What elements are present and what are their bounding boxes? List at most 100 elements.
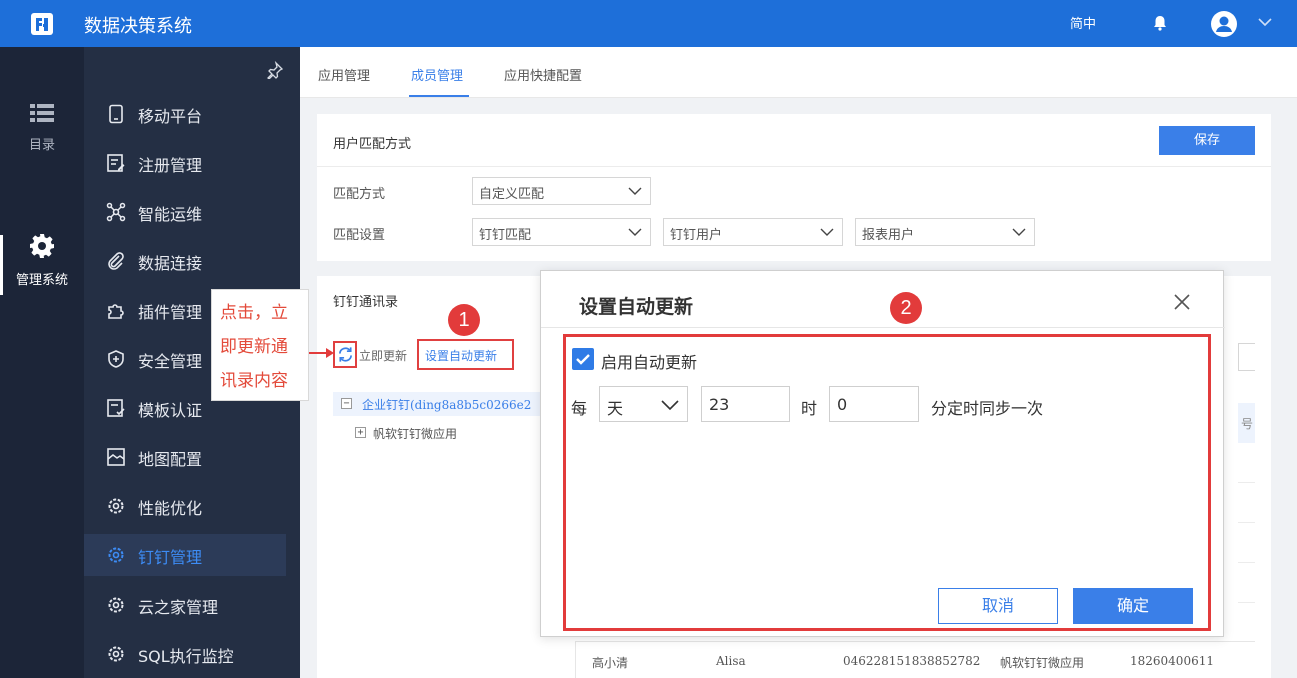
match-method-label: 匹配方式 <box>333 187 386 202</box>
step-badge-1: 1 <box>448 304 480 336</box>
card-title: 钉钉通讯录 <box>333 295 399 310</box>
sidebar-item-performance[interactable]: 性能优化 <box>84 485 300 527</box>
tree-toggle[interactable]: + <box>355 427 366 438</box>
match-method-select[interactable]: 自定义匹配 <box>472 177 651 205</box>
divider <box>541 327 1225 328</box>
cell-app: 帆软钉钉微应用 <box>1000 656 1085 670</box>
select-value: 报表用户 <box>862 228 915 243</box>
sidebar-item-map[interactable]: 地图配置 <box>84 436 300 478</box>
sidebar-item-label: 智能运维 <box>138 205 203 224</box>
sidebar-item-register[interactable]: 注册管理 <box>84 142 300 184</box>
user-icon <box>1216 16 1232 32</box>
rail-item-label: 目录 <box>28 138 55 153</box>
header-cell: 号 <box>1241 417 1254 431</box>
minute-input[interactable]: 0 <box>829 386 919 422</box>
gear-icon <box>108 547 124 563</box>
network-icon <box>106 202 126 222</box>
tab-app-shortcut-config[interactable]: 应用快捷配置 <box>504 65 582 84</box>
refresh-now-label[interactable]: 立即更新 <box>359 347 407 364</box>
row-divider <box>1238 522 1255 523</box>
chevron-down-icon <box>628 187 642 195</box>
match-setting-label: 匹配设置 <box>333 228 386 243</box>
refresh-button[interactable] <box>333 341 357 368</box>
search-input[interactable] <box>1238 343 1255 371</box>
gear-icon <box>30 234 54 258</box>
cell-phone: 18260400611 <box>1130 654 1214 668</box>
row-divider <box>1238 482 1255 483</box>
enable-auto-update-label: 启用自动更新 <box>601 353 698 372</box>
chevron-down-icon <box>628 228 642 236</box>
every-label: 每 <box>571 399 588 418</box>
save-button[interactable]: 保存 <box>1159 126 1255 155</box>
select-value: 天 <box>607 399 624 418</box>
chevron-down-icon <box>1012 228 1026 236</box>
tab-bar: 应用管理 成员管理 应用快捷配置 <box>300 47 1297 98</box>
tree-node-app[interactable]: + 帆软钉钉微应用 <box>333 421 543 445</box>
input-value: 0 <box>837 395 848 414</box>
hour-input[interactable]: 23 <box>701 386 790 422</box>
report-user-select[interactable]: 报表用户 <box>855 218 1035 246</box>
period-unit-select[interactable]: 天 <box>599 386 688 422</box>
check-icon <box>576 354 590 365</box>
auto-update-button[interactable]: 设置自动更新 <box>417 339 514 370</box>
close-icon[interactable] <box>1173 293 1191 311</box>
chevron-down-icon <box>820 228 834 236</box>
sidebar-item-label: 插件管理 <box>138 303 203 322</box>
gear-icon <box>108 597 124 613</box>
annotation-callout: 点击，立即更新通讯录内容 <box>211 289 309 401</box>
select-value: 自定义匹配 <box>479 187 545 202</box>
sidebar-item-sql-monitor[interactable]: SQL执行监控 <box>84 633 300 675</box>
chevron-down-icon <box>661 400 679 411</box>
chevron-down-icon[interactable] <box>1257 16 1273 28</box>
refresh-icon <box>338 347 353 362</box>
sidebar-item-ops[interactable]: 智能运维 <box>84 191 300 233</box>
sidebar-item-label: 移动平台 <box>138 107 203 126</box>
top-bar: 数据决策系统 简中 <box>0 0 1297 47</box>
pin-icon[interactable] <box>266 61 284 79</box>
sidebar-item-label: 安全管理 <box>138 352 203 371</box>
puzzle-icon <box>108 304 124 319</box>
table-header: 号 <box>1238 403 1255 443</box>
sidebar-item-label: SQL执行监控 <box>138 647 234 666</box>
sidebar-item-label: 云之家管理 <box>138 598 219 617</box>
tree-toggle[interactable]: − <box>341 398 352 409</box>
sidebar-item-data-connection[interactable]: 数据连接 <box>84 240 300 282</box>
tab-app-management[interactable]: 应用管理 <box>318 65 370 84</box>
gear-icon <box>108 646 124 662</box>
highlight-box <box>563 334 1211 631</box>
map-icon <box>107 448 125 466</box>
sidebar-item-mobile[interactable]: 移动平台 <box>84 93 300 135</box>
app-rail: 目录 管理系统 <box>0 47 84 678</box>
enable-auto-update-checkbox[interactable] <box>572 348 594 370</box>
input-value: 23 <box>709 395 730 414</box>
sidebar-item-label: 钉钉管理 <box>138 548 203 567</box>
rail-item-catalog[interactable]: 目录 <box>0 102 84 153</box>
cell-alias: Alisa <box>716 654 746 668</box>
cancel-button[interactable]: 取消 <box>938 588 1058 624</box>
sidebar-item-yunzhijia[interactable]: 云之家管理 <box>84 584 300 626</box>
sidebar-item-label: 性能优化 <box>138 499 203 518</box>
auto-update-label: 设置自动更新 <box>425 349 498 363</box>
bell-icon[interactable] <box>1151 14 1169 32</box>
tree-label: 企业钉钉(ding8a8b5c0266e2 <box>362 398 532 412</box>
dingtalk-user-select[interactable]: 钉钉用户 <box>663 218 843 246</box>
dialog-title: 设置自动更新 <box>579 296 694 318</box>
row-divider <box>1238 562 1255 563</box>
sidebar-item-label: 数据连接 <box>138 254 203 273</box>
dingtalk-match-select[interactable]: 钉钉匹配 <box>472 218 651 246</box>
avatar[interactable] <box>1211 11 1237 37</box>
sync-suffix-label: 分定时同步一次 <box>931 399 1044 418</box>
tab-member-management[interactable]: 成员管理 <box>411 65 463 84</box>
cell-id: 046228151838852782 <box>843 654 981 668</box>
table-row[interactable]: 高小清 Alisa 046228151838852782 帆软钉钉微应用 182… <box>575 641 1255 678</box>
rail-item-admin[interactable]: 管理系统 <box>0 233 84 288</box>
tree-node-enterprise[interactable]: − 企业钉钉(ding8a8b5c0266e2 <box>333 392 543 416</box>
card-title: 用户匹配方式 <box>333 137 412 152</box>
sidebar-item-label: 地图配置 <box>138 450 203 469</box>
divider <box>317 166 1271 167</box>
select-value: 钉钉用户 <box>670 228 723 243</box>
language-switch[interactable]: 简中 <box>1070 13 1096 32</box>
sidebar-item-label: 模板认证 <box>138 401 203 420</box>
sidebar-item-dingtalk[interactable]: 钉钉管理 <box>84 534 286 576</box>
confirm-button[interactable]: 确定 <box>1073 588 1193 624</box>
